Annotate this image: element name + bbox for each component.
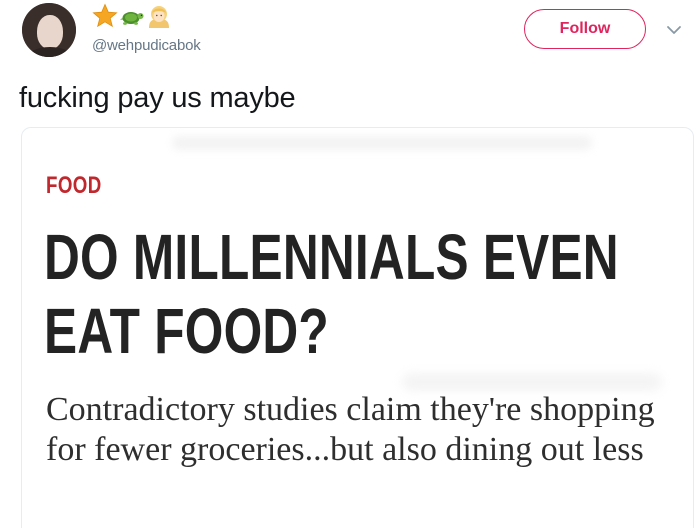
follow-button[interactable]: Follow bbox=[524, 9, 646, 49]
avatar-face bbox=[37, 15, 63, 49]
turtle-icon bbox=[120, 12, 144, 25]
article-headline: DO MILLENNIALS EVEN EAT FOOD? bbox=[44, 221, 619, 367]
avatar[interactable] bbox=[22, 3, 76, 57]
faded-background-text bbox=[172, 136, 592, 150]
user-handle[interactable]: @wehpudicabok bbox=[92, 37, 201, 55]
article-section-label: FOOD bbox=[46, 172, 102, 199]
faded-background-text bbox=[402, 373, 662, 391]
tweet-text: fucking pay us maybe bbox=[19, 82, 296, 114]
article-image-card[interactable]: FOOD DO MILLENNIALS EVEN EAT FOOD? Contr… bbox=[21, 127, 694, 528]
article-subheadline: Contradictory studies claim they're shop… bbox=[46, 391, 655, 468]
display-name-emojis[interactable] bbox=[92, 3, 172, 29]
star-icon bbox=[92, 3, 118, 28]
person-blond-hair-icon bbox=[149, 6, 169, 28]
chevron-down-icon[interactable] bbox=[666, 24, 682, 36]
